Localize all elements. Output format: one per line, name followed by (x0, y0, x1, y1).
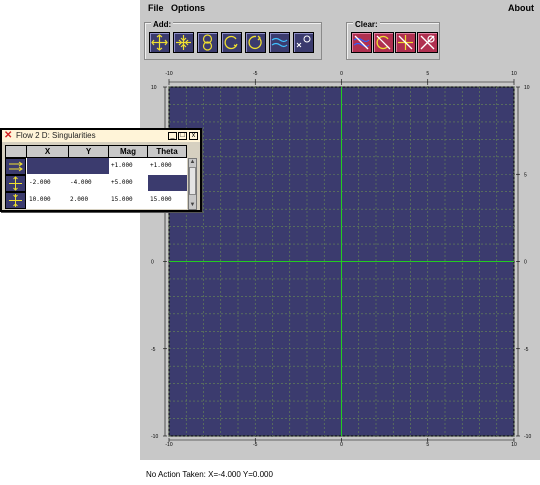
clear-flow-icon (353, 35, 370, 50)
cell-r3-theta[interactable]: 15.000 (148, 192, 187, 208)
sink-cross-icon (9, 194, 22, 207)
vortex-cw-icon (224, 35, 238, 50)
tick-label-top: -5 (253, 71, 258, 77)
tick-label-top: -10 (165, 71, 172, 77)
main-window: File Options About Add: Clear: -10 -10 1… (140, 0, 540, 485)
minimize-button[interactable]: _ (168, 132, 177, 140)
singularities-window: ✕ Flow 2 D: Singularities _ □ x X Y Mag … (0, 128, 202, 212)
cell-r1-xy[interactable] (27, 158, 109, 174)
cell-r1-theta[interactable]: +1.000 (148, 158, 187, 174)
cell-r2-x[interactable]: -2.000 (27, 175, 68, 191)
column-header-theta: Theta (147, 145, 187, 158)
tick-label-top: 10 (511, 71, 517, 77)
menu-about[interactable]: About (508, 3, 534, 13)
cell-r3-y[interactable]: 2.000 (68, 192, 109, 208)
column-header-mag: Mag (108, 145, 148, 158)
window-titlebar[interactable]: ✕ Flow 2 D: Singularities _ □ x (2, 130, 200, 142)
add-vortex-ccw-button[interactable] (245, 32, 266, 53)
singularities-table: X Y Mag Theta +1.000 +1.000 -2.000 -4.00… (5, 145, 187, 209)
add-toolbar-group: Add: (144, 20, 322, 60)
header-corner (5, 145, 27, 158)
maximize-button[interactable]: □ (178, 132, 187, 140)
tick-label-top: 5 (426, 71, 429, 77)
add-doublet-button[interactable] (293, 32, 314, 53)
tick-label-left: 0 (151, 260, 154, 266)
tick-label-right: 0 (524, 260, 527, 266)
cell-r2-y[interactable]: -4.000 (68, 175, 109, 191)
uniform-flow-arrows-icon (9, 161, 23, 172)
add-sink-button[interactable] (173, 32, 194, 53)
status-bar: No Action Taken: X=-4.000 Y=0.000 (140, 460, 540, 485)
clear-flows-button[interactable] (351, 32, 372, 53)
window-title: Flow 2 D: Singularities (16, 131, 96, 140)
doublet-icon (296, 35, 311, 48)
tick-label-bottom: -5 (253, 442, 258, 448)
status-text: No Action Taken: X=-4.000 Y=0.000 (146, 470, 273, 479)
tick-label-right: 10 (524, 85, 530, 91)
flow-plot[interactable]: -10-101010-5-555000055-5-51010-10-10 (140, 66, 540, 458)
add-uniform-flow-button[interactable] (269, 32, 290, 53)
uniform-flow-icon (271, 37, 288, 48)
menubar: File Options About (140, 0, 540, 16)
sink-icon (176, 35, 191, 50)
cell-r3-mag[interactable]: 15.000 (109, 192, 148, 208)
vortex-ccw-icon (248, 35, 262, 50)
tick-label-bottom: -10 (165, 442, 172, 448)
clear-all-icon (420, 35, 435, 50)
clear-source-icon (398, 35, 413, 50)
scrollbar-thumb[interactable] (189, 167, 196, 195)
x-logo-icon: ✕ (4, 130, 13, 141)
tick-label-left: 10 (151, 85, 157, 91)
row-type-uniform[interactable] (5, 158, 26, 175)
add-vortex-pair-button[interactable] (197, 32, 218, 53)
add-source-button[interactable] (149, 32, 170, 53)
doublet-circles-icon (202, 34, 213, 51)
cell-r2-theta[interactable] (148, 175, 187, 191)
clear-vortices-button[interactable] (373, 32, 394, 53)
table-scrollbar[interactable]: ▲ ▼ (188, 158, 197, 210)
scroll-up-arrow[interactable]: ▲ (189, 159, 196, 166)
source-cross-icon (9, 176, 22, 191)
add-vortex-cw-button[interactable] (221, 32, 242, 53)
tick-label-bottom: 10 (511, 442, 517, 448)
row-type-sink[interactable] (5, 192, 26, 209)
tick-label-right: 5 (524, 172, 527, 178)
scroll-down-arrow[interactable]: ▼ (189, 202, 196, 209)
tick-label-top: 0 (340, 71, 343, 77)
tick-label-right: -10 (524, 434, 531, 440)
menu-file[interactable]: File (148, 3, 164, 13)
tick-label-left: -10 (151, 434, 158, 440)
tick-label-left: -5 (151, 347, 156, 353)
close-button[interactable]: x (189, 132, 198, 140)
menu-options[interactable]: Options (171, 3, 205, 13)
tick-label-right: -5 (524, 347, 529, 353)
cell-r1-mag[interactable]: +1.000 (109, 158, 148, 174)
tick-label-bottom: 0 (340, 442, 343, 448)
source-icon (151, 34, 168, 51)
row-type-source[interactable] (5, 175, 26, 192)
clear-vortex-icon (376, 35, 391, 50)
cell-r2-mag[interactable]: +5.000 (109, 175, 148, 191)
column-header-y: Y (68, 145, 109, 158)
plot-canvas[interactable]: -10-101010-5-555000055-5-51010-10-10 (140, 66, 540, 458)
clear-sources-button[interactable] (395, 32, 416, 53)
clear-toolbar-group: Clear: (346, 20, 440, 60)
column-header-x: X (26, 145, 69, 158)
cell-r3-x[interactable]: 10.000 (27, 192, 68, 208)
add-label: Add: (151, 20, 174, 29)
clear-all-button[interactable] (417, 32, 438, 53)
clear-label: Clear: (353, 20, 380, 29)
tick-label-bottom: 5 (426, 442, 429, 448)
